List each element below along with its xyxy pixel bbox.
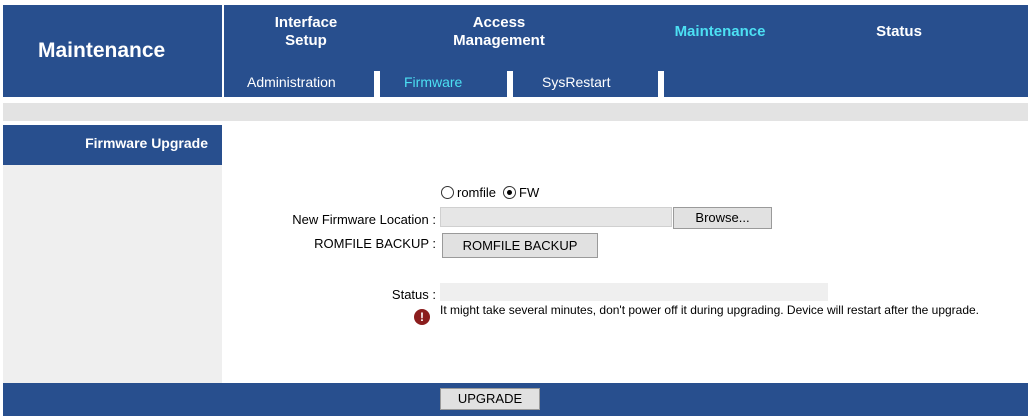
alert-icon: ! — [414, 309, 430, 325]
radio-fw[interactable] — [503, 186, 517, 199]
image-type-radio-group: romfile FW — [441, 185, 546, 200]
spacer-band — [3, 97, 1028, 121]
subnav-separator — [507, 71, 513, 97]
header-title-area: Maintenance — [3, 5, 222, 97]
left-column — [3, 165, 222, 383]
nav-interface-setup-label: Interface Setup — [274, 14, 338, 49]
subnav-separator — [658, 71, 664, 97]
section-title: Firmware Upgrade — [85, 135, 208, 151]
page-frame: Maintenance Interface Setup Access Manag… — [0, 0, 1031, 416]
page-title: Maintenance — [38, 39, 166, 62]
main-nav: Interface Setup Access Management Mainte… — [224, 5, 1028, 65]
nav-status[interactable]: Status — [869, 23, 929, 41]
subnav-separator — [374, 71, 380, 97]
subnav-sysrestart[interactable]: SysRestart — [542, 74, 610, 90]
nav-maintenance-label: Maintenance — [674, 23, 766, 40]
radio-fw-label: FW — [519, 185, 540, 200]
footer-bar: UPGRADE — [3, 383, 1028, 416]
nav-interface-setup[interactable]: Interface Setup — [261, 14, 351, 50]
header: Maintenance Interface Setup Access Manag… — [3, 5, 1028, 97]
sub-nav: Administration Firmware SysRestart — [224, 65, 1028, 97]
nav-access-management[interactable]: Access Management — [424, 14, 574, 50]
nav-maintenance[interactable]: Maintenance — [660, 23, 780, 41]
radio-romfile-label: romfile — [457, 185, 497, 200]
status-progress-bar — [440, 283, 828, 301]
content-area: romfile FW New Firmware Location : Brows… — [222, 125, 1028, 383]
firmware-location-label: New Firmware Location : — [292, 212, 436, 227]
subnav-administration[interactable]: Administration — [247, 74, 336, 90]
romfile-backup-button[interactable]: ROMFILE BACKUP — [442, 233, 598, 258]
upgrade-button[interactable]: UPGRADE — [440, 388, 540, 410]
nav-status-label: Status — [876, 23, 922, 40]
gray-strip — [3, 103, 1028, 121]
romfile-backup-label: ROMFILE BACKUP : — [314, 236, 436, 251]
subnav-firmware[interactable]: Firmware — [404, 74, 462, 90]
firmware-location-field[interactable] — [440, 207, 672, 227]
warning-message: It might take several minutes, don't pow… — [440, 303, 980, 317]
status-label: Status : — [391, 287, 436, 302]
browse-button[interactable]: Browse... — [673, 207, 772, 229]
nav-access-management-label: Access Management — [453, 14, 545, 49]
section-header: Firmware Upgrade — [3, 125, 222, 165]
radio-romfile[interactable] — [441, 186, 454, 199]
